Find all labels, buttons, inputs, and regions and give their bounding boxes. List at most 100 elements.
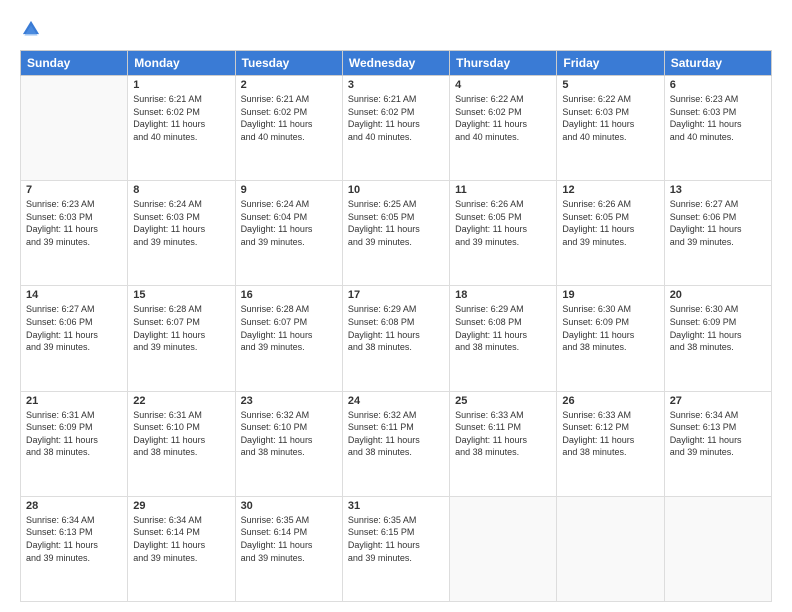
day-number: 10 [348, 184, 444, 196]
day-info: Sunrise: 6:35 AM Sunset: 6:14 PM Dayligh… [241, 514, 337, 564]
calendar-cell: 16 Sunrise: 6:28 AM Sunset: 6:07 PM Dayli… [235, 286, 342, 391]
day-number: 3 [348, 79, 444, 91]
calendar-cell: 26Sunrise: 6:33 AM Sunset: 6:12 PM Dayli… [557, 391, 664, 496]
day-info: Sunrise: 6:29 AM Sunset: 6:08 PM Dayligh… [348, 303, 444, 353]
day-number: 12 [562, 184, 658, 196]
calendar-cell [21, 76, 128, 181]
calendar-cell: 31 Sunrise: 6:35 AM Sunset: 6:15 PM Dayli… [342, 496, 449, 601]
day-info: Sunrise: 6:23 AM Sunset: 6:03 PM Dayligh… [670, 93, 766, 143]
day-info: Sunrise: 6:27 AM Sunset: 6:06 PM Dayligh… [670, 198, 766, 248]
calendar-cell: 11 Sunrise: 6:26 AM Sunset: 6:05 PM Dayli… [450, 181, 557, 286]
calendar-cell [664, 496, 771, 601]
day-info: Sunrise: 6:34 AM Sunset: 6:13 PM Dayligh… [26, 514, 122, 564]
day-info: Sunrise: 6:34 AM Sunset: 6:14 PM Dayligh… [133, 514, 229, 564]
day-number: 19 [562, 289, 658, 301]
day-number: 23 [241, 395, 337, 407]
day-info: Sunrise: 6:24 AM Sunset: 6:04 PM Dayligh… [241, 198, 337, 248]
week-row-4: 21 Sunrise: 6:31 AM Sunset: 6:09 PM Dayli… [21, 391, 772, 496]
day-number: 5 [562, 79, 658, 91]
day-info: Sunrise: 6:26 AM Sunset: 6:05 PM Dayligh… [562, 198, 658, 248]
calendar-cell: 19Sunrise: 6:30 AM Sunset: 6:09 PM Dayli… [557, 286, 664, 391]
day-number: 1 [133, 79, 229, 91]
day-info: Sunrise: 6:25 AM Sunset: 6:05 PM Dayligh… [348, 198, 444, 248]
week-row-1: 1 Sunrise: 6:21 AM Sunset: 6:02 PM Daylig… [21, 76, 772, 181]
day-number: 11 [455, 184, 551, 196]
week-row-5: 28 Sunrise: 6:34 AM Sunset: 6:13 PM Dayli… [21, 496, 772, 601]
calendar-cell: 1 Sunrise: 6:21 AM Sunset: 6:02 PM Daylig… [128, 76, 235, 181]
day-info: Sunrise: 6:32 AM Sunset: 6:10 PM Dayligh… [241, 409, 337, 459]
day-number: 7 [26, 184, 122, 196]
day-info: Sunrise: 6:31 AM Sunset: 6:09 PM Dayligh… [26, 409, 122, 459]
calendar-cell: 7 Sunrise: 6:23 AM Sunset: 6:03 PM Daylig… [21, 181, 128, 286]
day-number: 13 [670, 184, 766, 196]
day-info: Sunrise: 6:27 AM Sunset: 6:06 PM Dayligh… [26, 303, 122, 353]
day-number: 17 [348, 289, 444, 301]
day-number: 27 [670, 395, 766, 407]
calendar-cell: 3 Sunrise: 6:21 AM Sunset: 6:02 PM Daylig… [342, 76, 449, 181]
calendar-cell: 21 Sunrise: 6:31 AM Sunset: 6:09 PM Dayli… [21, 391, 128, 496]
day-number: 22 [133, 395, 229, 407]
day-info: Sunrise: 6:32 AM Sunset: 6:11 PM Dayligh… [348, 409, 444, 459]
day-number: 21 [26, 395, 122, 407]
day-number: 16 [241, 289, 337, 301]
day-info: Sunrise: 6:35 AM Sunset: 6:15 PM Dayligh… [348, 514, 444, 564]
calendar-cell: 14Sunrise: 6:27 AM Sunset: 6:06 PM Dayli… [21, 286, 128, 391]
day-number: 30 [241, 500, 337, 512]
day-number: 15 [133, 289, 229, 301]
calendar-cell: 24 Sunrise: 6:32 AM Sunset: 6:11 PM Dayli… [342, 391, 449, 496]
calendar-cell: 2Sunrise: 6:21 AM Sunset: 6:02 PM Daylig… [235, 76, 342, 181]
day-number: 26 [562, 395, 658, 407]
day-info: Sunrise: 6:26 AM Sunset: 6:05 PM Dayligh… [455, 198, 551, 248]
calendar-cell: 17 Sunrise: 6:29 AM Sunset: 6:08 PM Dayli… [342, 286, 449, 391]
day-info: Sunrise: 6:28 AM Sunset: 6:07 PM Dayligh… [241, 303, 337, 353]
day-number: 8 [133, 184, 229, 196]
day-number: 18 [455, 289, 551, 301]
week-row-3: 14Sunrise: 6:27 AM Sunset: 6:06 PM Dayli… [21, 286, 772, 391]
calendar-cell: 23 Sunrise: 6:32 AM Sunset: 6:10 PM Dayli… [235, 391, 342, 496]
calendar-cell: 28 Sunrise: 6:34 AM Sunset: 6:13 PM Dayli… [21, 496, 128, 601]
day-info: Sunrise: 6:22 AM Sunset: 6:02 PM Dayligh… [455, 93, 551, 143]
header-tuesday: Tuesday [235, 51, 342, 76]
day-number: 31 [348, 500, 444, 512]
day-number: 20 [670, 289, 766, 301]
day-info: Sunrise: 6:21 AM Sunset: 6:02 PM Dayligh… [348, 93, 444, 143]
day-info: Sunrise: 6:21 AM Sunset: 6:02 PM Dayligh… [133, 93, 229, 143]
calendar-cell: 10 Sunrise: 6:25 AM Sunset: 6:05 PM Dayli… [342, 181, 449, 286]
calendar-cell: 6 Sunrise: 6:23 AM Sunset: 6:03 PM Daylig… [664, 76, 771, 181]
calendar-cell: 22Sunrise: 6:31 AM Sunset: 6:10 PM Dayli… [128, 391, 235, 496]
header-thursday: Thursday [450, 51, 557, 76]
day-info: Sunrise: 6:28 AM Sunset: 6:07 PM Dayligh… [133, 303, 229, 353]
logo [20, 18, 46, 40]
day-info: Sunrise: 6:24 AM Sunset: 6:03 PM Dayligh… [133, 198, 229, 248]
day-number: 24 [348, 395, 444, 407]
calendar-cell: 4 Sunrise: 6:22 AM Sunset: 6:02 PM Daylig… [450, 76, 557, 181]
day-info: Sunrise: 6:22 AM Sunset: 6:03 PM Dayligh… [562, 93, 658, 143]
calendar-header-row: SundayMondayTuesdayWednesdayThursdayFrid… [21, 51, 772, 76]
day-number: 4 [455, 79, 551, 91]
day-number: 9 [241, 184, 337, 196]
logo-icon [20, 18, 42, 40]
calendar-cell: 29 Sunrise: 6:34 AM Sunset: 6:14 PM Dayli… [128, 496, 235, 601]
calendar-cell [557, 496, 664, 601]
header-monday: Monday [128, 51, 235, 76]
calendar-cell: 27Sunrise: 6:34 AM Sunset: 6:13 PM Dayli… [664, 391, 771, 496]
day-info: Sunrise: 6:23 AM Sunset: 6:03 PM Dayligh… [26, 198, 122, 248]
calendar-cell [450, 496, 557, 601]
calendar-cell: 13 Sunrise: 6:27 AM Sunset: 6:06 PM Dayli… [664, 181, 771, 286]
header [20, 18, 772, 40]
calendar-table: SundayMondayTuesdayWednesdayThursdayFrid… [20, 50, 772, 602]
day-info: Sunrise: 6:30 AM Sunset: 6:09 PM Dayligh… [670, 303, 766, 353]
day-info: Sunrise: 6:33 AM Sunset: 6:11 PM Dayligh… [455, 409, 551, 459]
calendar-cell: 30 Sunrise: 6:35 AM Sunset: 6:14 PM Dayli… [235, 496, 342, 601]
day-number: 28 [26, 500, 122, 512]
day-number: 25 [455, 395, 551, 407]
header-friday: Friday [557, 51, 664, 76]
day-number: 6 [670, 79, 766, 91]
day-number: 29 [133, 500, 229, 512]
calendar-cell: 5 Sunrise: 6:22 AM Sunset: 6:03 PM Daylig… [557, 76, 664, 181]
day-info: Sunrise: 6:29 AM Sunset: 6:08 PM Dayligh… [455, 303, 551, 353]
header-wednesday: Wednesday [342, 51, 449, 76]
calendar-cell: 18 Sunrise: 6:29 AM Sunset: 6:08 PM Dayli… [450, 286, 557, 391]
calendar-cell: 25 Sunrise: 6:33 AM Sunset: 6:11 PM Dayli… [450, 391, 557, 496]
calendar-cell: 9 Sunrise: 6:24 AM Sunset: 6:04 PM Daylig… [235, 181, 342, 286]
